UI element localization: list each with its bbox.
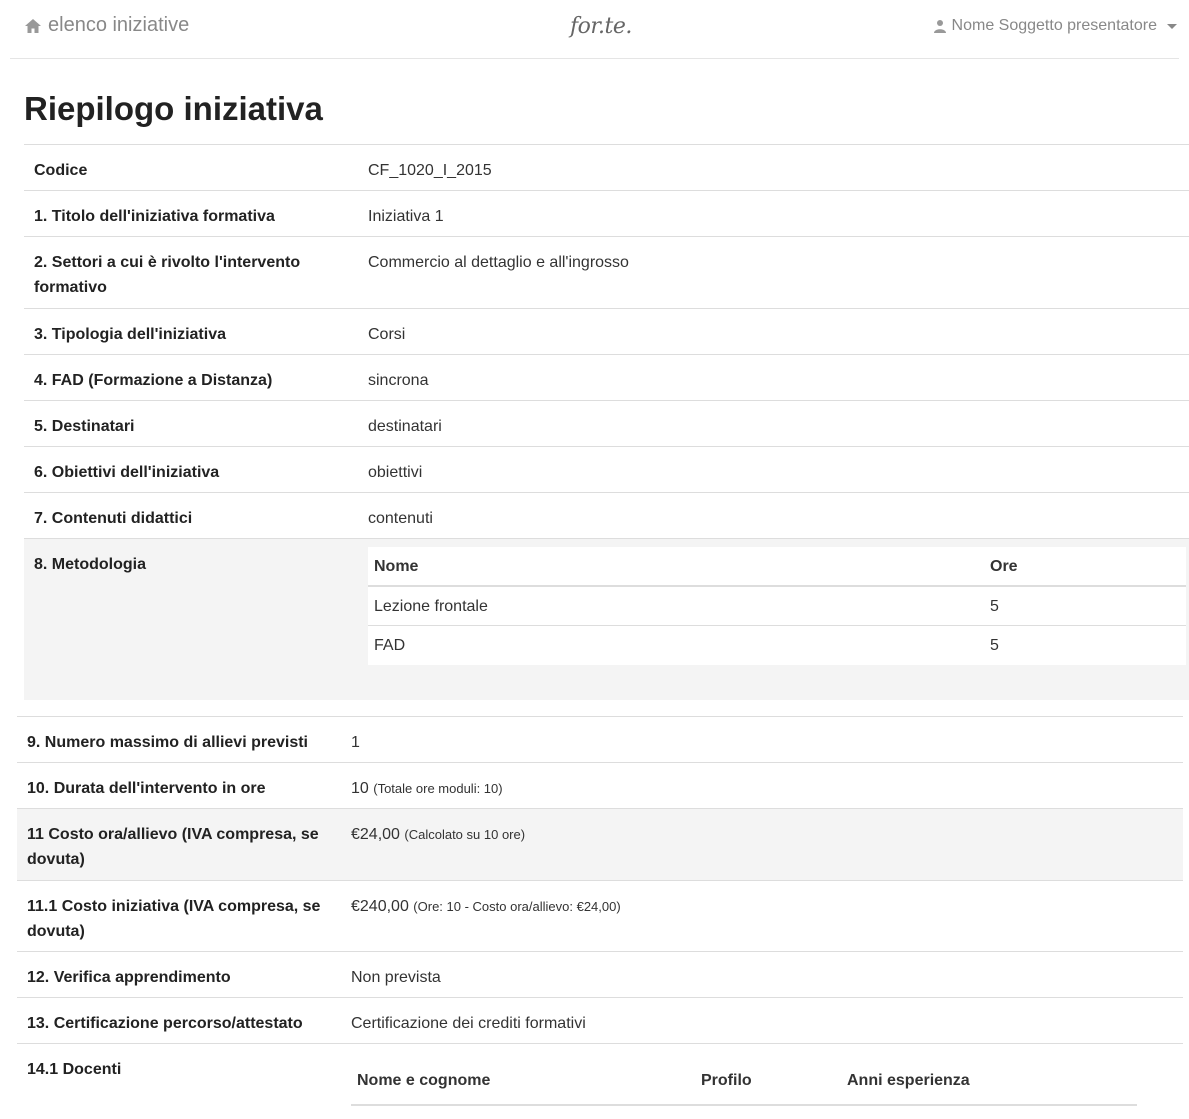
row-label: 2. Settori a cui è rivolto l'intervento …	[34, 254, 301, 296]
table-row: 10. Durata dell'intervento in ore 10 (To…	[17, 762, 1183, 808]
summary-table-2: 9. Numero massimo di allievi previsti 1 …	[17, 716, 1183, 1106]
table-header: Nome Ore	[368, 547, 1186, 587]
row-value: obiettivi	[368, 464, 423, 481]
row-value: Certificazione dei crediti formativi	[351, 1015, 586, 1032]
row-value: Corsi	[368, 326, 406, 343]
docenti-table: Nome e cognome Profilo Anni esperienza	[351, 1056, 1137, 1106]
summary-table: Codice CF_1020_I_2015 1. Titolo dell'ini…	[24, 144, 1189, 700]
row-label: Codice	[34, 162, 88, 179]
header-profilo: Profilo	[701, 1071, 752, 1089]
table-row: 6. Obiettivi dell'iniziativa obiettivi	[24, 446, 1189, 492]
row-value: destinatari	[368, 418, 442, 435]
header-anni-esperienza: Anni esperienza	[847, 1071, 970, 1089]
back-to-list-label: elenco iniziative	[48, 14, 190, 36]
row-label: 12. Verifica apprendimento	[27, 969, 231, 986]
docenti-row: 14.1 Docenti Nome e cognome Profilo Anni…	[17, 1043, 1183, 1106]
row-label: 1. Titolo dell'iniziativa formativa	[34, 208, 275, 225]
table-row: 12. Verifica apprendimento Non prevista	[17, 951, 1183, 997]
table-row: 4. FAD (Formazione a Distanza) sincrona	[24, 354, 1189, 400]
table-row: 3. Tipologia dell'iniziativa Corsi	[24, 308, 1189, 354]
row-value: Iniziativa 1	[368, 208, 444, 225]
row-label: 13. Certificazione percorso/attestato	[27, 1015, 303, 1032]
user-menu-toggle[interactable]: Nome Soggetto presentatore	[933, 17, 1177, 35]
table-row: 13. Certificazione percorso/attestato Ce…	[17, 997, 1183, 1043]
row-label: 6. Obiettivi dell'iniziativa	[34, 464, 220, 481]
cell-ore: 5	[990, 637, 999, 654]
back-to-list-link[interactable]: elenco iniziative	[24, 14, 189, 37]
row-note: (Calcolato su 10 ore)	[404, 827, 526, 842]
cell-nome: Lezione frontale	[374, 597, 488, 615]
table-row: Codice CF_1020_I_2015	[24, 144, 1189, 190]
table-header: Nome e cognome Profilo Anni esperienza	[351, 1056, 1137, 1106]
cell-nome: FAD	[374, 637, 406, 654]
logo: for.te.	[570, 14, 632, 39]
row-label: 9. Numero massimo di allievi previsti	[27, 734, 308, 751]
home-icon	[25, 18, 41, 33]
row-label: 7. Contenuti didattici	[34, 510, 193, 527]
row-note: (Ore: 10 - Costo ora/allievo: €24,00)	[413, 899, 621, 914]
table-row: 7. Contenuti didattici contenuti	[24, 492, 1189, 538]
row-label: 14.1 Docenti	[27, 1061, 122, 1078]
row-label: 4. FAD (Formazione a Distanza)	[34, 372, 273, 389]
table-row: 11 Costo ora/allievo (IVA compresa, se d…	[17, 808, 1183, 880]
row-label: 11.1 Costo iniziativa (IVA compresa, se …	[27, 898, 321, 940]
cell-ore: 5	[990, 597, 999, 615]
row-value: €240,00	[351, 898, 409, 915]
row-value: 10	[351, 780, 369, 797]
table-row: 5. Destinatari destinatari	[24, 400, 1189, 446]
user-icon	[933, 20, 946, 33]
row-label: 3. Tipologia dell'iniziativa	[34, 326, 226, 343]
row-value: sincrona	[368, 372, 429, 389]
row-note: (Totale ore moduli: 10)	[373, 781, 503, 796]
table-row: 9. Numero massimo di allievi previsti 1	[17, 716, 1183, 762]
row-label: 11 Costo ora/allievo (IVA compresa, se d…	[27, 826, 319, 868]
user-name-label: Nome Soggetto presentatore	[951, 17, 1157, 34]
metodologia-row: 8. Metodologia Nome Ore Lezione frontale…	[24, 538, 1189, 700]
row-value: €24,00	[351, 826, 400, 843]
row-value: Non prevista	[351, 969, 441, 986]
table-row: 2. Settori a cui è rivolto l'intervento …	[24, 236, 1189, 308]
navbar: elenco iniziative for.te. Nome Soggetto …	[0, 0, 1189, 56]
page-title: Riepilogo iniziativa	[24, 90, 323, 127]
header-nome-cognome: Nome e cognome	[357, 1071, 491, 1089]
metodologia-table: Nome Ore Lezione frontale 5 FAD 5	[368, 547, 1186, 665]
table-row: 11.1 Costo iniziativa (IVA compresa, se …	[17, 880, 1183, 951]
row-label: 10. Durata dell'intervento in ore	[27, 780, 266, 797]
row-value: contenuti	[368, 510, 433, 527]
header-nome: Nome	[374, 557, 419, 575]
row-label: 8. Metodologia	[34, 556, 146, 573]
row-value: CF_1020_I_2015	[368, 162, 492, 179]
table-row: FAD 5	[368, 626, 1186, 665]
header-ore: Ore	[990, 557, 1018, 575]
table-row: 1. Titolo dell'iniziativa formativa Iniz…	[24, 190, 1189, 236]
caret-down-icon	[1167, 23, 1177, 29]
table-row: Lezione frontale 5	[368, 587, 1186, 626]
row-label: 5. Destinatari	[34, 418, 135, 435]
row-value: 1	[351, 734, 360, 751]
navbar-divider	[10, 58, 1179, 59]
row-value: Commercio al dettaglio e all'ingrosso	[368, 254, 629, 271]
